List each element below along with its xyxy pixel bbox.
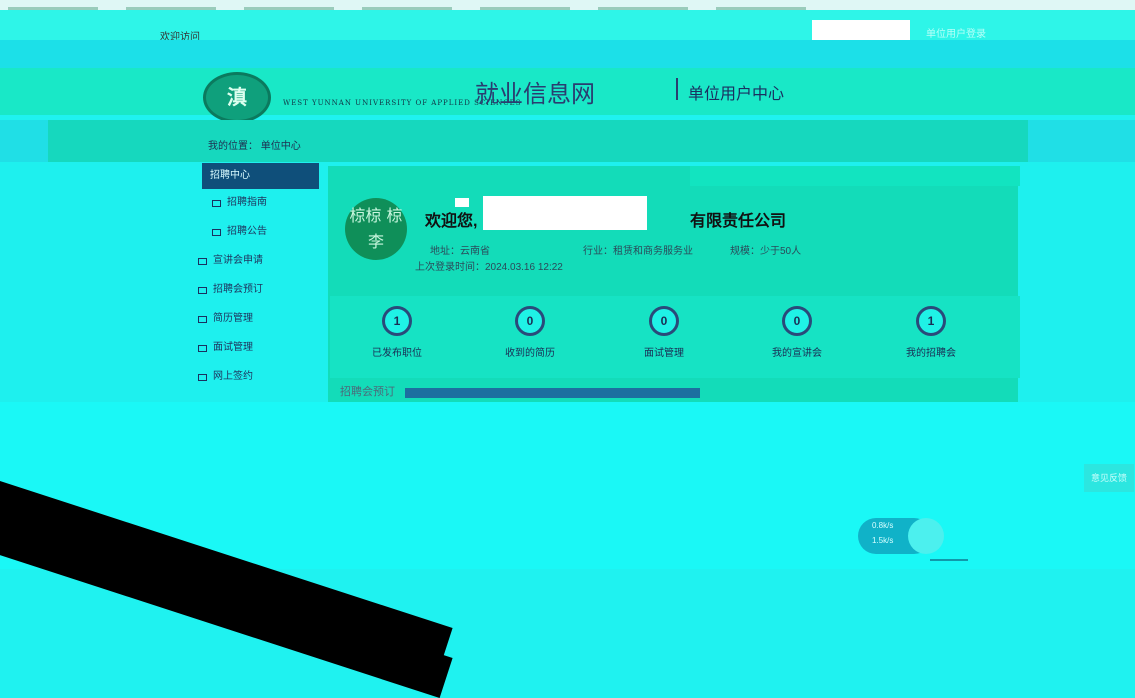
sidebar-item-label: 招聘公告 (227, 226, 267, 237)
stat-label: 我的招聘会 (906, 348, 956, 359)
list-icon (212, 228, 221, 236)
site-subtitle: 单位用户中心 (688, 86, 785, 103)
sidebar-item-label: 招聘会预订 (213, 284, 263, 295)
divider (930, 559, 968, 561)
sidebar-item-label: 面试管理 (213, 342, 253, 353)
stat-my-talks[interactable]: 0 我的宣讲会 (742, 306, 852, 359)
site-name: 就业信息网 (475, 81, 595, 108)
site-divider (676, 78, 678, 100)
feedback-button[interactable]: 意见反馈 (1084, 464, 1134, 492)
company-scale: 规模：少于50人 (730, 246, 802, 257)
list-icon (198, 257, 207, 265)
sidebar-item-recruit-notice[interactable]: 招聘公告 (212, 219, 267, 245)
speed-ball-icon[interactable] (908, 518, 944, 554)
header-band (0, 40, 1135, 68)
company-suffix: 有限责任公司 (690, 213, 787, 230)
breadcrumb: 我的位置： 单位中心 (208, 141, 301, 152)
stat-count: 1 (382, 306, 412, 336)
sidebar-item-label: 招聘中心 (210, 170, 250, 181)
list-icon (198, 315, 207, 323)
stat-received-resumes[interactable]: 0 收到的简历 (475, 306, 585, 359)
stat-count: 0 (649, 306, 679, 336)
content-strip (690, 166, 1020, 186)
breadcrumb-bar-inner (48, 120, 1028, 162)
notice-bar (405, 388, 700, 398)
list-icon (198, 286, 207, 294)
sidebar-item-label: 宣讲会申请 (213, 255, 263, 266)
last-login-time: 上次登录时间：2024.03.16 12:22 (415, 262, 563, 273)
university-logo[interactable]: 滇 (203, 72, 271, 123)
sidebar-item-online-sign[interactable]: 网上签约 (198, 364, 253, 390)
fair-booking-notice[interactable]: 招聘会预订 (340, 383, 395, 399)
sidebar-item-resume-mgmt[interactable]: 简历管理 (198, 306, 253, 332)
stat-label: 我的宣讲会 (772, 348, 822, 359)
stat-count: 0 (515, 306, 545, 336)
sidebar-item-fair-booking[interactable]: 招聘会预订 (198, 277, 263, 303)
list-icon (198, 373, 207, 381)
bookmarks-bar (0, 0, 1135, 10)
sidebar-item-label: 网上签约 (213, 371, 253, 382)
stat-count: 0 (782, 306, 812, 336)
sidebar-item-talk-apply[interactable]: 宣讲会申请 (198, 248, 263, 274)
company-avatar[interactable]: 椋椋 椋李 (345, 198, 407, 260)
company-address: 地址：云南省 (430, 246, 490, 257)
list-icon (212, 199, 221, 207)
redacted-mark (455, 198, 469, 207)
stat-interviews[interactable]: 0 面试管理 (609, 306, 719, 359)
login-link[interactable]: 单位用户登录 (926, 25, 986, 40)
sidebar-item-recruit-guide[interactable]: 招聘指南 (212, 190, 267, 216)
welcome-text: 欢迎您, (425, 213, 478, 230)
sidebar-item-recruit-center[interactable]: 招聘中心 (202, 163, 319, 189)
list-icon (198, 344, 207, 352)
sidebar-item-interview-mgmt[interactable]: 面试管理 (198, 335, 253, 361)
company-industry: 行业：租赁和商务服务业 (583, 246, 693, 257)
stat-label: 面试管理 (644, 348, 684, 359)
stat-label: 收到的简历 (505, 348, 555, 359)
stat-label: 已发布职位 (372, 348, 422, 359)
redacted-company-name (483, 196, 647, 230)
sidebar-item-label: 简历管理 (213, 313, 253, 324)
sidebar-item-label: 招聘指南 (227, 197, 267, 208)
stat-published-jobs[interactable]: 1 已发布职位 (342, 306, 452, 359)
stat-count: 1 (916, 306, 946, 336)
stat-my-fairs[interactable]: 1 我的招聘会 (876, 306, 986, 359)
